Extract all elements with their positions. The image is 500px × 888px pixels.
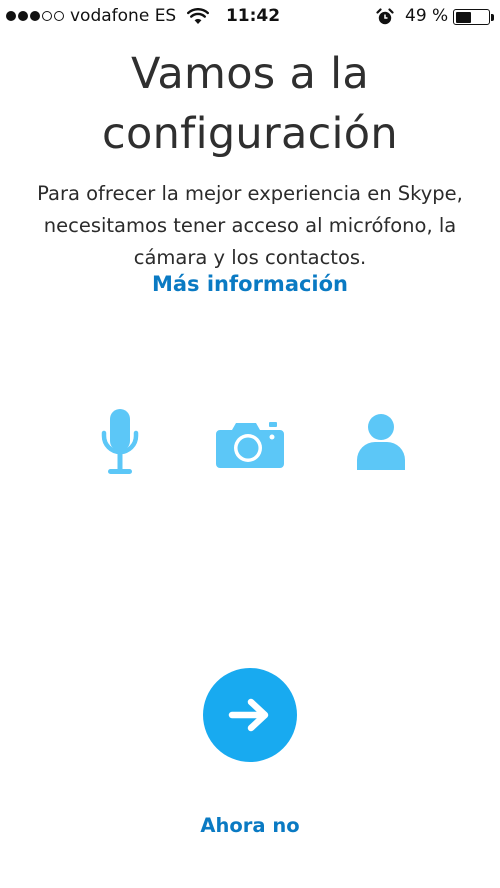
battery-terminal <box>491 14 494 21</box>
description-line: cámara y los contactos. <box>133 246 367 269</box>
alarm-clock-icon <box>376 8 394 31</box>
permission-icons <box>0 406 500 486</box>
description-line: Para ofrecer la mejor experiencia en Sky… <box>37 182 463 205</box>
page-title-line: Vamos a la <box>130 49 369 99</box>
permissions-screen: vodafone ES 11:42 49 % Vamos a la config… <box>0 0 500 888</box>
camera-icon <box>216 420 284 472</box>
description-line: necesitamos tener acceso al micrófono, l… <box>43 214 457 237</box>
permissions-description: Para ofrecer la mejor experiencia en Sky… <box>30 178 470 274</box>
continue-button[interactable] <box>203 668 297 762</box>
more-info-link[interactable]: Más información <box>0 272 500 296</box>
page-title-line: configuración <box>102 109 398 159</box>
battery-icon <box>453 9 490 25</box>
not-now-link[interactable]: Ahora no <box>0 814 500 837</box>
status-bar: vodafone ES 11:42 49 % <box>0 0 500 34</box>
page-title: Vamos a la configuración <box>0 44 500 164</box>
arrow-right-icon <box>228 698 269 732</box>
battery-percent: 49 % <box>405 6 449 26</box>
microphone-icon <box>101 406 139 482</box>
contact-person-icon <box>355 412 407 476</box>
battery-level-fill <box>455 11 471 23</box>
